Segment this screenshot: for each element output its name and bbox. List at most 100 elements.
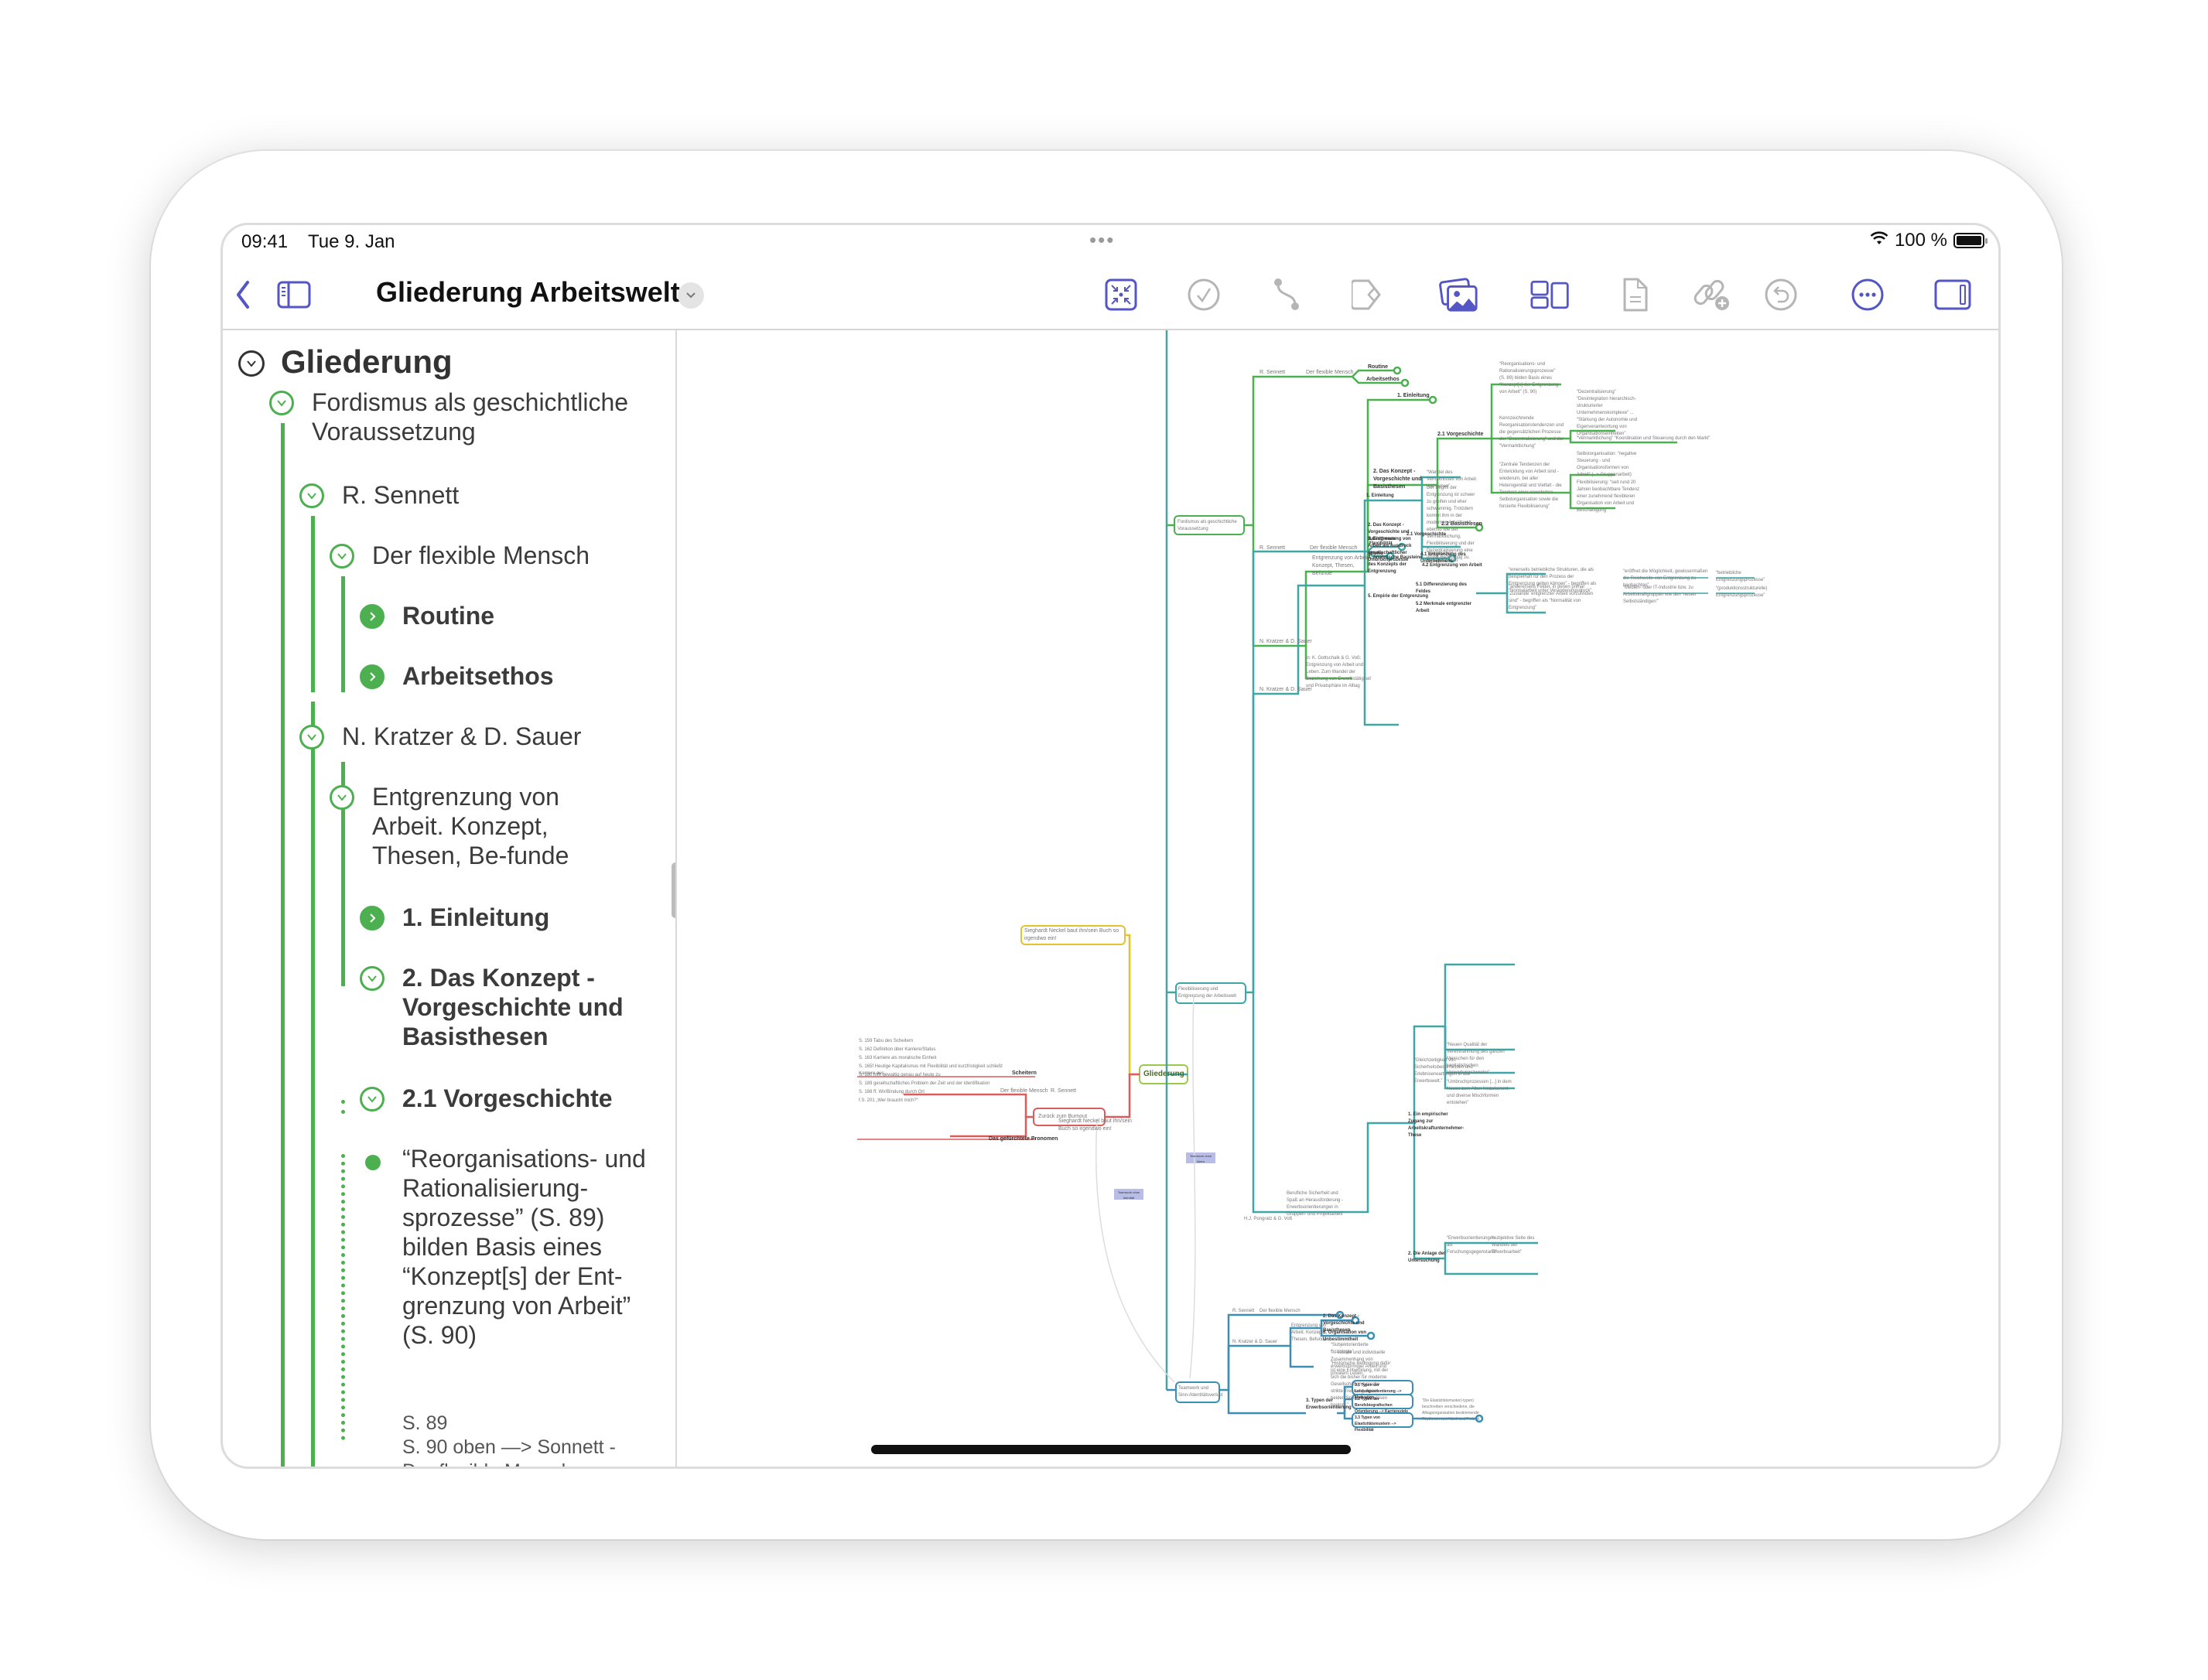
outline-toggle[interactable] xyxy=(299,725,324,750)
mindmap-node-label[interactable]: Arbeitsethos xyxy=(1366,376,1400,384)
more-button[interactable] xyxy=(1847,275,1888,315)
mindmap-node-label[interactable]: S. 180 trifft gewaltig genau auf heute z… xyxy=(859,1072,1006,1079)
layout-button[interactable] xyxy=(1530,275,1571,315)
mindmap-node-label[interactable]: “andererseits Felder, in denen primär ‘Z… xyxy=(1509,584,1594,612)
outline-item-sennett[interactable]: R. Sennett xyxy=(342,480,459,510)
mindmap-node-label[interactable]: “Vermarktlichung” “Koordination und Steu… xyxy=(1577,435,1710,442)
inspector-toggle-button[interactable] xyxy=(1933,275,1973,315)
mindmap-yellow-note[interactable]: Sieghardt Neckel baut ihn/sein Buch so i… xyxy=(1024,927,1122,943)
mindmap-end-dot[interactable] xyxy=(1400,378,1410,388)
outline-toggle[interactable] xyxy=(360,1087,385,1111)
connection-button[interactable] xyxy=(1267,275,1307,315)
mindmap-node-label[interactable]: Flexibilisierung: “seit rund 20 Jahren b… xyxy=(1577,480,1640,514)
mindmap-node-label[interactable]: “Die Elastizitätsmuster(-typen) beschrei… xyxy=(1422,1398,1492,1422)
mindmap-node-label[interactable]: Selbstorganisation: “negative Steuerung … xyxy=(1577,451,1640,479)
home-indicator[interactable] xyxy=(871,1445,1351,1454)
mindmap-node-label[interactable]: “(produktionsstrukturelle) Entgrenzungsp… xyxy=(1716,586,1767,599)
mindmap-node-label[interactable]: S. 163 Karriere als moralische Einheit xyxy=(859,1055,1006,1062)
outline-item-quote[interactable]: “Reorganisations- und Rationalisierung-s… xyxy=(402,1144,650,1350)
undo-button[interactable] xyxy=(1761,275,1801,315)
multitasking-dots[interactable]: ••• xyxy=(1089,228,1115,252)
mindmap-node-label[interactable]: 2. Das Konzept - Vorgeschichte und Basis… xyxy=(1373,468,1435,491)
mindmap-node-label[interactable]: 3.2 Typen der Berufsbiografischen Orient… xyxy=(1355,1396,1412,1415)
outline-item-flexible-mensch[interactable]: Der flexible Mensch xyxy=(372,541,590,570)
mindmap-node-label[interactable]: f.S. 201 „Wer braucht mich?“ xyxy=(859,1098,1006,1105)
outline-item-note[interactable]: S. 89 S. 90 oben —> Sonnett - Der flexib… xyxy=(402,1412,650,1467)
mindmap-node-label[interactable]: 2.1 Vorgeschichte xyxy=(1437,431,1483,439)
outline-item-entgrenzung[interactable]: Entgrenzung von Arbeit. Konzept, Thesen,… xyxy=(372,782,635,870)
outline-item-fordismus[interactable]: Fordismus als geschichtliche Voraussetzu… xyxy=(312,388,652,446)
mindmap-node-label[interactable]: S. 188 ff. Wir/Bindung durch Ort xyxy=(859,1089,1006,1096)
back-button[interactable] xyxy=(223,275,263,315)
outline-item-vorgeschichte[interactable]: 2.1 Vorgeschichte xyxy=(402,1084,613,1113)
outline-toggle[interactable] xyxy=(360,966,385,991)
mindmap-node-label[interactable]: “Umbruchprozessen [...] in dem Neues zum… xyxy=(1447,1079,1516,1107)
outline-toggle[interactable] xyxy=(330,544,354,569)
outline-expand-toggle[interactable] xyxy=(360,664,385,689)
mindmap-node-label[interactable]: 1. Einleitung xyxy=(1366,493,1394,500)
mindmap-node-label[interactable]: 3.3 Typen von Elastizitätsmustern --> Fl… xyxy=(1355,1415,1412,1433)
mindmap-node-label[interactable]: “Dezentralisierung” “Desintegration hier… xyxy=(1577,389,1639,438)
mindmap-node-label[interactable]: N. Kratzer & D. Sauer xyxy=(1260,638,1312,646)
outline-item-arbeitsethos[interactable]: Arbeitsethos xyxy=(402,661,554,691)
sidebar-toggle-button[interactable] xyxy=(271,275,317,315)
mindmap-node-label[interactable]: “subjektive Seite des Wandels der Erwerb… xyxy=(1492,1235,1538,1256)
mindmap-node-label[interactable]: 5.1 Differenzierung des Feldes xyxy=(1416,582,1470,596)
note-button[interactable] xyxy=(1615,275,1656,315)
boundary-button[interactable] xyxy=(1351,275,1391,315)
mindmap-node-label[interactable]: S. 159 Tabu des Scheitern xyxy=(859,1038,1006,1045)
mindmap-node-label[interactable]: Routine xyxy=(1368,364,1388,371)
mindmap-node-label[interactable]: Berufliche Sicherheit und Spaß an Heraus… xyxy=(1287,1190,1348,1218)
mindmap-node-label[interactable]: “Medien- oder IT-Industrie bzw. zu Arbei… xyxy=(1623,585,1708,606)
mindmap-node-label[interactable]: “Neuen Qualität der Vereinnahmung des ga… xyxy=(1447,1042,1516,1077)
floating-label[interactable]: Teamwork ohne Ideen xyxy=(1187,1153,1215,1164)
mindmap-node-label[interactable]: S. 162 Definition über Karriere/Status xyxy=(859,1047,1006,1053)
outline-item-kratzer-sauer[interactable]: N. Kratzer & D. Sauer xyxy=(342,722,581,751)
mindmap-end-dot[interactable] xyxy=(1428,395,1437,405)
mindmap-node-label[interactable]: N. Kratzer & D. Sauer xyxy=(1232,1339,1277,1346)
floating-label[interactable]: Teamwork ohne Identität xyxy=(1115,1190,1143,1200)
add-link-button[interactable] xyxy=(1693,275,1733,315)
mindmap-canvas[interactable]: Gliederung Sieghardt Neckel baut ihn/sein… xyxy=(679,330,1998,1467)
outline-root[interactable]: Gliederung xyxy=(281,343,453,381)
mindmap-teal-topic[interactable]: Flexibilisierung und Entgrenzung der Arb… xyxy=(1178,986,1243,1000)
mindmap-node-label[interactable]: N. Kratzer & D. Sauer xyxy=(1260,686,1312,694)
title-menu-button[interactable] xyxy=(678,282,704,309)
root-collapse-toggle[interactable] xyxy=(238,350,265,377)
mindmap-central-node[interactable]: Gliederung xyxy=(1143,1069,1184,1079)
mindmap-node-label[interactable]: Der flexible Mensch xyxy=(1260,1308,1301,1315)
outline-toggle[interactable] xyxy=(299,483,324,508)
document-title[interactable]: Gliederung Arbeitswelt xyxy=(376,276,680,309)
mindmap-node-label[interactable]: Scheitern xyxy=(1012,1070,1037,1077)
outline-expand-toggle[interactable] xyxy=(360,906,385,930)
mindmap-node-label[interactable]: S. 189 gesellschaftliches Problem der Ze… xyxy=(859,1081,1006,1088)
outline-toggle[interactable] xyxy=(269,391,294,415)
mindmap-node-label[interactable]: “Reorganisations- und Rationalisierungsp… xyxy=(1499,361,1561,396)
mindmap-node-label[interactable]: 5.2 Merkmale entgrenzter Arbeit xyxy=(1416,601,1478,615)
mindmap-node-label[interactable]: 1. Einleitung xyxy=(1397,392,1430,400)
mindmap-node-label[interactable]: Kennzeichnende Reorganisationstendenzen … xyxy=(1499,415,1566,450)
outline-expand-toggle[interactable] xyxy=(360,604,385,629)
mindmap-node-label[interactable]: “betriebliche Entgrenzungsprozesse” xyxy=(1716,570,1765,584)
outline-item-routine[interactable]: Routine xyxy=(402,601,494,630)
focus-button[interactable] xyxy=(1101,275,1141,315)
mindmap-node-label[interactable]: Der flexible Mensch xyxy=(1000,1088,1048,1095)
mindmap-node-label[interactable]: R. Sennett xyxy=(1260,545,1285,552)
mindmap-node-label[interactable]: in: K. Gottschalk & G. Voß: Entgrenzung … xyxy=(1306,655,1376,690)
mindmap-node-label[interactable]: Der flexible Mensch xyxy=(1310,545,1357,552)
mindmap-node-label[interactable]: R. Sennett xyxy=(1260,369,1285,377)
mindmap-node-label[interactable]: H.J. Pongratz & G. Voß xyxy=(1244,1216,1292,1223)
outline-item-einleitung[interactable]: 1. Einleitung xyxy=(402,903,549,932)
mindmap-node-label[interactable]: “Zentrale Tendenzen der Entwicklung von … xyxy=(1499,462,1566,510)
image-button[interactable] xyxy=(1439,275,1479,315)
relationship-line[interactable] xyxy=(1095,995,1196,1383)
mindmap-node-label[interactable]: 4.2 Entgrenzung von Arbeit xyxy=(1422,562,1482,569)
mindmap-node-label[interactable]: Der flexible Mensch xyxy=(1306,369,1353,377)
sidebar-scrollbar[interactable] xyxy=(672,862,675,918)
mindmap-node-label[interactable]: 3. Typen der Erwerbsorientierung xyxy=(1306,1398,1352,1412)
mindmap-node-label[interactable]: R. Sennett xyxy=(1051,1088,1076,1095)
mindmap-node-label[interactable]: Sieghardt Neckel baut ihn/sein Buch so i… xyxy=(1058,1118,1143,1133)
mindmap-node-label[interactable]: 1. Ein empirischer Zugang zur Arbeitskra… xyxy=(1408,1111,1464,1139)
outline-toggle[interactable] xyxy=(330,785,354,810)
mindmap-node-label[interactable]: Entgrenzung von Arbeit. Konzept, Thesen,… xyxy=(1312,555,1374,578)
